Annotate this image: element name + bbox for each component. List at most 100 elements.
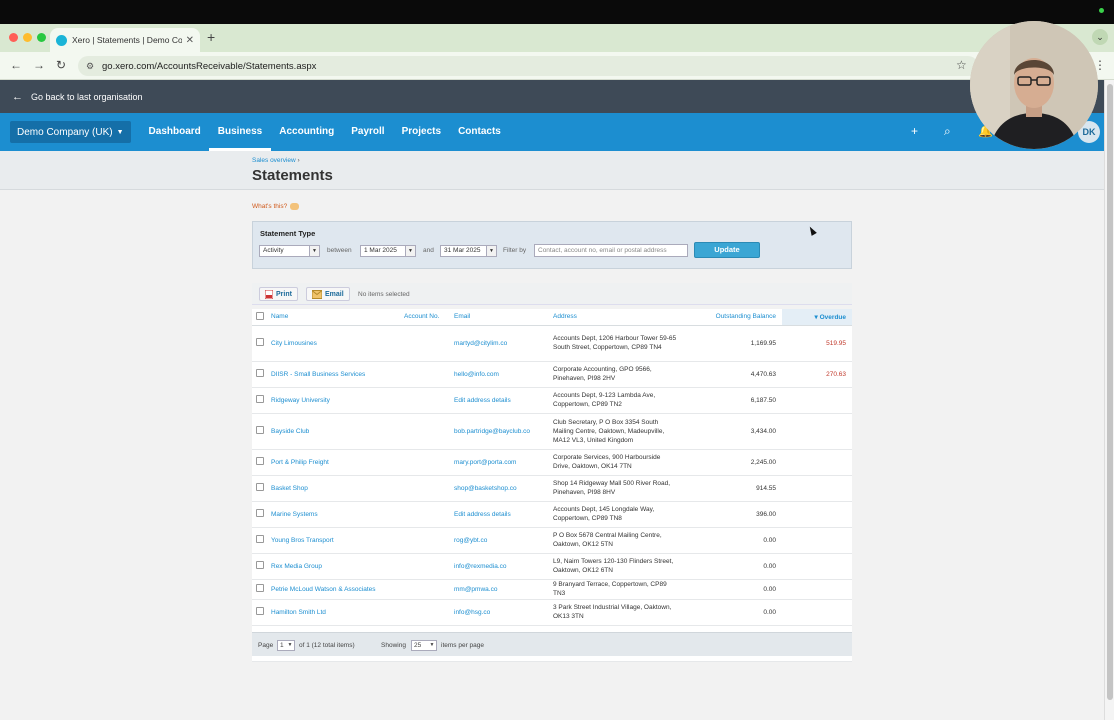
contact-name-link[interactable]: Port & Philip Freight xyxy=(271,449,404,476)
tab-list-chevron-icon[interactable]: ⌄ xyxy=(1092,29,1108,45)
contact-name-link[interactable]: Rex Media Group xyxy=(271,553,404,580)
calendar-dropdown-icon[interactable]: ▼ xyxy=(486,246,496,256)
calendar-dropdown-icon[interactable]: ▼ xyxy=(405,246,415,256)
per-page-select[interactable]: 25 ▼ xyxy=(411,640,437,651)
table-row[interactable]: Petrie McLoud Watson & Associates mm@pmwa… xyxy=(252,579,852,600)
page-select[interactable]: 1 ▼ xyxy=(277,640,295,651)
email-link[interactable]: martyd@citylim.co xyxy=(454,325,553,362)
email-link[interactable]: bob.partridge@bayclub.co xyxy=(454,413,553,450)
email-link[interactable]: info@hsg.co xyxy=(454,599,553,626)
reload-icon[interactable]: ↻ xyxy=(56,58,66,72)
nav-payroll[interactable]: Payroll xyxy=(351,113,384,151)
overdue-cell xyxy=(782,501,852,528)
filter-input[interactable]: Contact, account no, email or postal add… xyxy=(534,244,688,257)
row-checkbox[interactable] xyxy=(256,337,264,346)
email-button[interactable]: Email xyxy=(306,287,350,301)
maximize-window-button[interactable] xyxy=(37,33,46,42)
nav-projects[interactable]: Projects xyxy=(402,113,441,151)
col-overdue[interactable]: ▾ Overdue xyxy=(782,309,852,326)
row-checkbox[interactable] xyxy=(256,394,264,403)
row-checkbox[interactable] xyxy=(256,508,264,517)
add-icon[interactable]: + xyxy=(911,124,918,138)
col-outstanding-balance[interactable]: Outstanding Balance xyxy=(686,309,782,326)
print-button[interactable]: Print xyxy=(259,287,298,301)
back-link[interactable]: Go back to last organisation xyxy=(31,92,143,102)
col-address[interactable]: Address xyxy=(553,309,686,326)
email-link[interactable]: mm@pmwa.co xyxy=(454,579,553,600)
contact-name-link[interactable]: Young Bros Transport xyxy=(271,527,404,554)
email-link[interactable]: hello@info.com xyxy=(454,361,553,388)
contact-name-link[interactable]: Petrie McLoud Watson & Associates xyxy=(271,579,404,600)
row-checkbox[interactable] xyxy=(256,456,264,465)
nav-contacts[interactable]: Contacts xyxy=(458,113,501,151)
pagination-bar: Page 1 ▼ of 1 (12 total items) Showing 2… xyxy=(252,632,852,656)
browser-tab[interactable]: Xero | Statements | Demo Com ✕ xyxy=(50,28,200,52)
update-button[interactable]: Update xyxy=(694,242,760,258)
table-row[interactable]: Young Bros Transport rog@ybt.co P O Box 56… xyxy=(252,527,852,554)
forward-arrow-icon[interactable]: → xyxy=(33,58,45,72)
back-to-org-bar[interactable]: ← Go back to last organisation xyxy=(0,80,1104,113)
row-checkbox[interactable] xyxy=(256,560,264,569)
whats-this-link[interactable]: What's this? xyxy=(252,203,300,210)
contact-name-link[interactable]: DIISR - Small Business Services xyxy=(271,361,404,388)
table-row[interactable]: Marine Systems Edit address details Accoun… xyxy=(252,501,852,528)
page-scrollbar[interactable] xyxy=(1104,80,1114,720)
new-tab-icon[interactable]: + xyxy=(207,29,215,45)
bookmark-star-icon[interactable]: ☆ xyxy=(956,58,967,72)
email-link[interactable]: mary.port@porta.com xyxy=(454,449,553,476)
per-page-suffix: items per page xyxy=(441,642,484,649)
contact-name-link[interactable]: City Limousines xyxy=(271,325,404,362)
email-link[interactable]: Edit address details xyxy=(454,387,553,414)
contact-name-link[interactable]: Marine Systems xyxy=(271,501,404,528)
row-checkbox[interactable] xyxy=(256,606,264,615)
nav-dashboard[interactable]: Dashboard xyxy=(149,113,201,151)
row-checkbox[interactable] xyxy=(256,425,264,434)
select-all-checkbox[interactable] xyxy=(256,311,264,320)
org-switcher[interactable]: Demo Company (UK) ▼ xyxy=(10,121,131,143)
col-email[interactable]: Email xyxy=(454,309,553,326)
address-bar[interactable]: ⚙ go.xero.com/AccountsReceivable/Stateme… xyxy=(78,56,978,76)
site-info-icon[interactable]: ⚙ xyxy=(86,61,96,71)
email-link[interactable]: shop@basketshop.co xyxy=(454,475,553,502)
envelope-icon xyxy=(312,289,322,299)
table-row[interactable]: Hamilton Smith Ltd info@hsg.co 3 Park Stre… xyxy=(252,599,852,626)
table-row[interactable]: City Limousines martyd@citylim.co Accounts… xyxy=(252,325,852,362)
statement-type-select[interactable]: Activity ▼ xyxy=(259,245,320,257)
contact-name-link[interactable]: Hamilton Smith Ltd xyxy=(271,599,404,626)
search-icon[interactable]: ⌕ xyxy=(944,124,951,139)
email-link[interactable]: Edit address details xyxy=(454,501,553,528)
breadcrumb-sales-overview[interactable]: Sales overview xyxy=(252,157,296,164)
contact-name-link[interactable]: Ridgeway University xyxy=(271,387,404,414)
table-row[interactable]: Ridgeway University Edit address details A… xyxy=(252,387,852,414)
contact-name-link[interactable]: Bayside Club xyxy=(271,413,404,450)
row-checkbox[interactable] xyxy=(256,583,264,592)
row-checkbox[interactable] xyxy=(256,482,264,491)
table-row[interactable]: Bayside Club bob.partridge@bayclub.co Club… xyxy=(252,413,852,450)
scrollbar-thumb[interactable] xyxy=(1107,84,1113,700)
col-account-no[interactable]: Account No. xyxy=(404,309,454,326)
to-date-field[interactable]: 31 Mar 2025 ▼ xyxy=(440,245,497,257)
nav-business[interactable]: Business xyxy=(208,113,272,151)
table-row[interactable]: Basket Shop shop@basketshop.co Shop 14 Rid… xyxy=(252,475,852,502)
close-window-button[interactable] xyxy=(9,33,18,42)
from-date-field[interactable]: 1 Mar 2025 ▼ xyxy=(360,245,416,257)
chevron-down-icon: ▼ xyxy=(429,642,435,648)
back-arrow-icon[interactable]: ← xyxy=(10,58,22,72)
email-link[interactable]: rog@ybt.co xyxy=(454,527,553,554)
table-row[interactable]: DIISR - Small Business Services hello@inf… xyxy=(252,361,852,388)
main-nav: Demo Company (UK) ▼ Dashboard Business A… xyxy=(0,113,1104,151)
col-name[interactable]: Name xyxy=(271,309,404,326)
nav-accounting[interactable]: Accounting xyxy=(279,113,334,151)
email-link[interactable]: info@rexmedia.co xyxy=(454,553,553,580)
contact-name-link[interactable]: Basket Shop xyxy=(271,475,404,502)
account-no-cell xyxy=(404,387,454,414)
row-checkbox[interactable] xyxy=(256,368,264,377)
overdue-cell xyxy=(782,599,852,626)
table-row[interactable]: Rex Media Group info@rexmedia.co L9, Nairn… xyxy=(252,553,852,580)
minimize-window-button[interactable] xyxy=(23,33,32,42)
table-row[interactable]: Port & Philip Freight mary.port@porta.com… xyxy=(252,449,852,476)
print-label: Print xyxy=(276,290,292,298)
row-checkbox[interactable] xyxy=(256,534,264,543)
caret-down-icon: ▼ xyxy=(116,128,124,136)
tab-close-icon[interactable]: ✕ xyxy=(186,35,194,46)
